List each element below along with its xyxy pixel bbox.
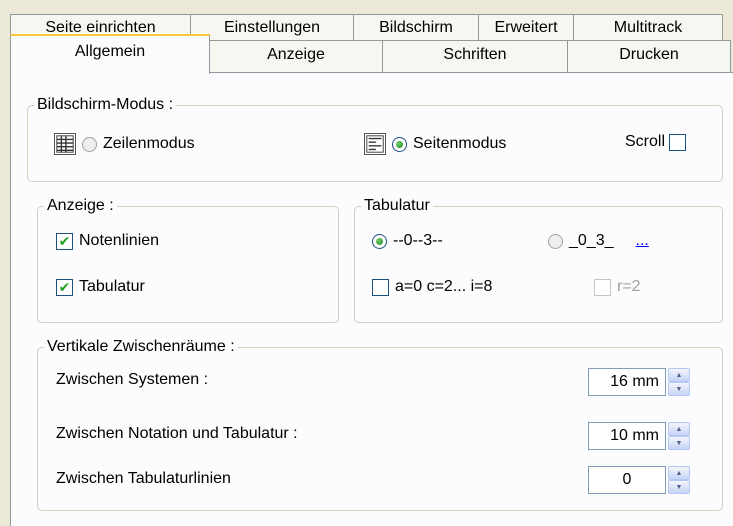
abc-notation-checkbox[interactable] <box>372 278 389 296</box>
screen-mode-legend: Bildschirm-Modus : <box>37 96 174 113</box>
tablature-legend: Tabulatur <box>364 197 430 214</box>
r2-label: r=2 <box>617 278 641 295</box>
tablature-checkbox[interactable]: ✔ <box>56 278 73 296</box>
tab-print[interactable]: Drucken <box>567 40 731 74</box>
tablature-label: Tabulatur <box>79 278 145 295</box>
scroll-label: Scroll <box>625 133 666 150</box>
spin-up-icon[interactable]: ▲ <box>668 466 690 480</box>
between-systems-value: 16 mm <box>610 373 659 390</box>
between-systems-label: Zwischen Systemen : <box>56 371 209 388</box>
tab-style-1-label: --0--3-- <box>393 232 443 249</box>
display-group: Anzeige : <box>37 197 339 323</box>
notation-tab-label: Zwischen Notation und Tabulatur : <box>56 425 298 442</box>
tab-screen[interactable]: Bildschirm <box>353 14 479 40</box>
tab-style-1-option[interactable]: --0--3-- <box>372 232 443 250</box>
tab-fonts[interactable]: Schriften <box>382 40 568 74</box>
spin-up-icon[interactable]: ▲ <box>668 422 690 436</box>
tab-lines-label: Zwischen Tabulaturlinien <box>56 470 231 487</box>
tab-lines-spinner[interactable]: ▲ ▼ <box>668 466 690 494</box>
between-systems-spinner[interactable]: ▲ ▼ <box>668 368 690 396</box>
line-mode-radio[interactable] <box>82 136 97 152</box>
tab-advanced[interactable]: Erweitert <box>478 14 574 40</box>
tab-display[interactable]: Anzeige <box>209 40 383 74</box>
tab-style-2-label: _0_3_ <box>569 232 614 249</box>
staff-lines-option[interactable]: ✔ Notenlinien <box>56 232 159 250</box>
tab-settings[interactable]: Einstellungen <box>190 14 354 40</box>
page-mode-icon <box>364 133 386 155</box>
r2-checkbox[interactable] <box>594 278 611 296</box>
tab-style-2-radio[interactable] <box>548 233 563 249</box>
page-mode-label: Seitenmodus <box>413 135 507 152</box>
tablature-group: Tabulatur <box>354 197 723 323</box>
between-systems-field[interactable]: 16 mm <box>588 368 666 396</box>
staff-lines-label: Notenlinien <box>79 232 160 249</box>
more-options-link[interactable]: ... <box>636 232 649 250</box>
tab-general[interactable]: Allgemein <box>10 34 210 74</box>
settings-dialog: Seite einrichten Einstellungen Bildschir… <box>0 0 733 526</box>
spin-down-icon[interactable]: ▼ <box>668 382 690 396</box>
staff-lines-checkbox[interactable]: ✔ <box>56 232 73 250</box>
tab-lines-field[interactable]: 0 <box>588 466 666 494</box>
scroll-option[interactable]: Scroll <box>625 133 692 151</box>
spin-down-icon[interactable]: ▼ <box>668 436 690 450</box>
spin-up-icon[interactable]: ▲ <box>668 368 690 382</box>
abc-notation-label: a=0 c=2... i=8 <box>395 278 493 295</box>
tab-style-2-option[interactable]: _0_3_ ... <box>548 232 649 250</box>
notation-tab-value: 10 mm <box>610 427 659 444</box>
notation-tab-field[interactable]: 10 mm <box>588 422 666 450</box>
tab-multitrack[interactable]: Multitrack <box>573 14 723 40</box>
spin-down-icon[interactable]: ▼ <box>668 480 690 494</box>
tab-style-1-radio[interactable] <box>372 233 387 249</box>
scroll-checkbox[interactable] <box>669 133 687 151</box>
r2-option[interactable]: r=2 <box>594 278 641 296</box>
notation-tab-spinner[interactable]: ▲ ▼ <box>668 422 690 450</box>
line-mode-option[interactable]: Zeilenmodus <box>54 133 195 155</box>
page-mode-option[interactable]: Seitenmodus <box>364 133 506 155</box>
tab-row-front: Allgemein Anzeige Schriften Drucken <box>10 34 731 74</box>
line-mode-icon <box>54 133 76 155</box>
line-mode-label: Zeilenmodus <box>103 135 195 152</box>
vertical-spacing-legend: Vertikale Zwischenräume : <box>47 338 235 355</box>
tablature-option[interactable]: ✔ Tabulatur <box>56 278 145 296</box>
page-mode-radio[interactable] <box>392 136 407 152</box>
display-legend: Anzeige : <box>47 197 114 214</box>
abc-notation-option[interactable]: a=0 c=2... i=8 <box>372 278 492 296</box>
tab-lines-value: 0 <box>622 471 632 488</box>
